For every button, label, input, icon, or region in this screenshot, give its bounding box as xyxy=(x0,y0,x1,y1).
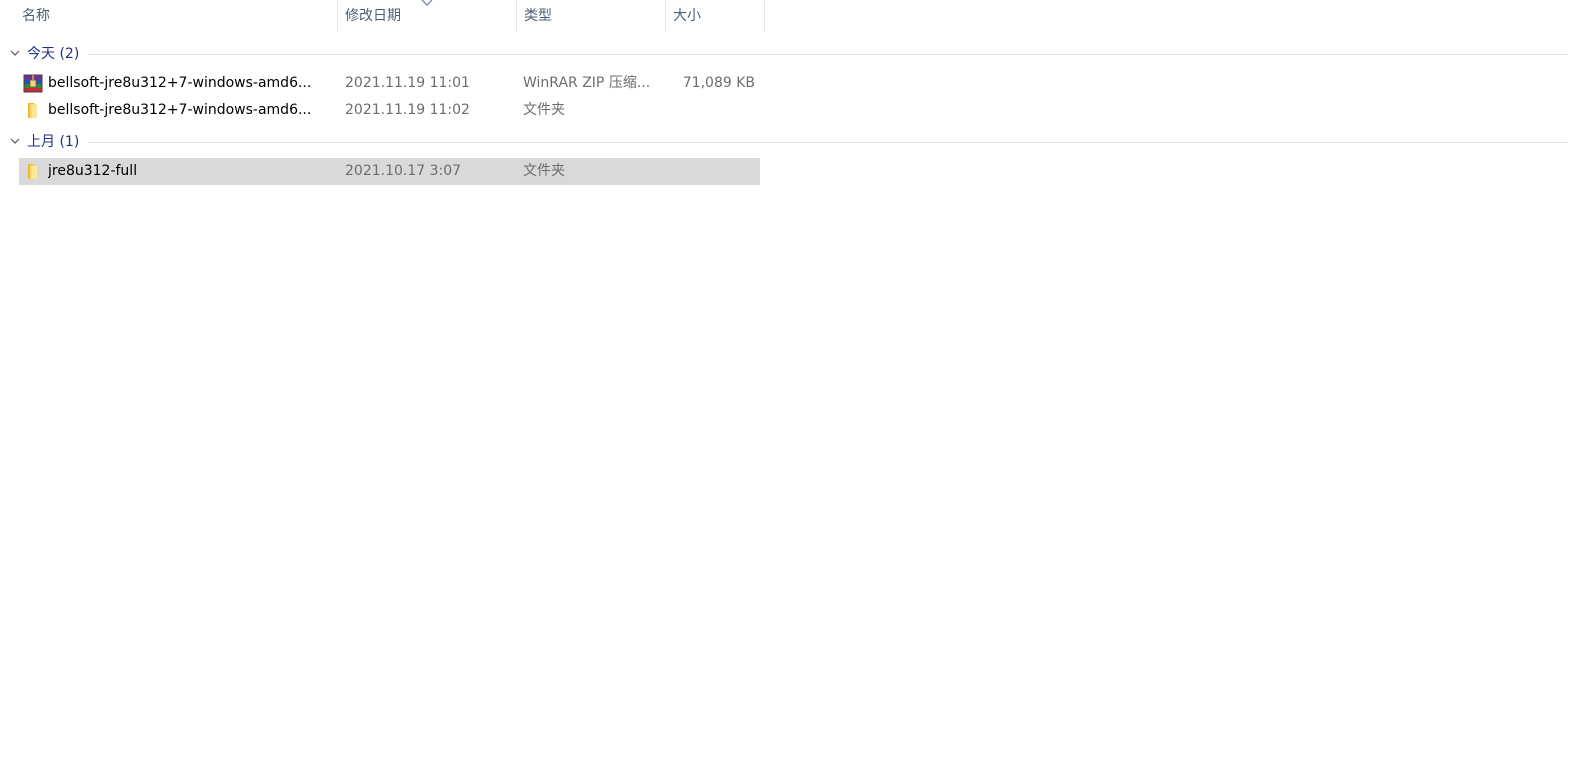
column-header-type[interactable]: 类型 xyxy=(517,0,666,32)
file-row[interactable]: bellsoft-jre8u312+7-windows-amd6... 2021… xyxy=(19,97,760,124)
group-header-today[interactable]: 今天 (2) xyxy=(8,43,1581,65)
winrar-archive-icon xyxy=(23,74,43,93)
column-header-size[interactable]: 大小 xyxy=(666,0,765,32)
file-name: bellsoft-jre8u312+7-windows-amd6... xyxy=(48,75,312,91)
column-header-name[interactable]: 名称 xyxy=(15,0,338,32)
chevron-down-icon[interactable] xyxy=(10,49,20,57)
column-header-name-label: 名称 xyxy=(22,8,50,24)
group-label-last-month: 上月 (1) xyxy=(27,134,80,150)
file-type: 文件夹 xyxy=(523,102,565,118)
file-row[interactable]: bellsoft-jre8u312+7-windows-amd6... 2021… xyxy=(19,70,760,97)
file-type: WinRAR ZIP 压缩... xyxy=(523,75,651,91)
folder-icon xyxy=(28,164,37,179)
group-label-today: 今天 (2) xyxy=(27,46,80,62)
file-date: 2021.11.19 11:01 xyxy=(345,75,470,91)
file-row-selected[interactable]: jre8u312-full 2021.10.17 3:07 文件夹 xyxy=(19,158,760,185)
file-name: jre8u312-full xyxy=(48,163,138,179)
column-header-date-label: 修改日期 xyxy=(345,8,401,24)
file-date: 2021.10.17 3:07 xyxy=(345,163,462,179)
file-explorer-details-view: 名称 修改日期 类型 大小 今天 (2) bellsoft-jre8u312+7… xyxy=(0,0,1581,765)
file-name: bellsoft-jre8u312+7-windows-amd6... xyxy=(48,102,312,118)
chevron-down-icon[interactable] xyxy=(10,137,20,145)
column-header-size-label: 大小 xyxy=(673,8,701,24)
group-header-last-month[interactable]: 上月 (1) xyxy=(8,131,1581,153)
folder-icon xyxy=(28,103,37,118)
file-date: 2021.11.19 11:02 xyxy=(345,102,470,118)
group-divider xyxy=(88,142,1568,143)
file-type: 文件夹 xyxy=(523,163,565,179)
file-size: 71,089 KB xyxy=(682,75,755,91)
column-header-type-label: 类型 xyxy=(524,8,552,24)
group-divider xyxy=(88,54,1568,55)
sort-descending-icon xyxy=(421,0,433,6)
